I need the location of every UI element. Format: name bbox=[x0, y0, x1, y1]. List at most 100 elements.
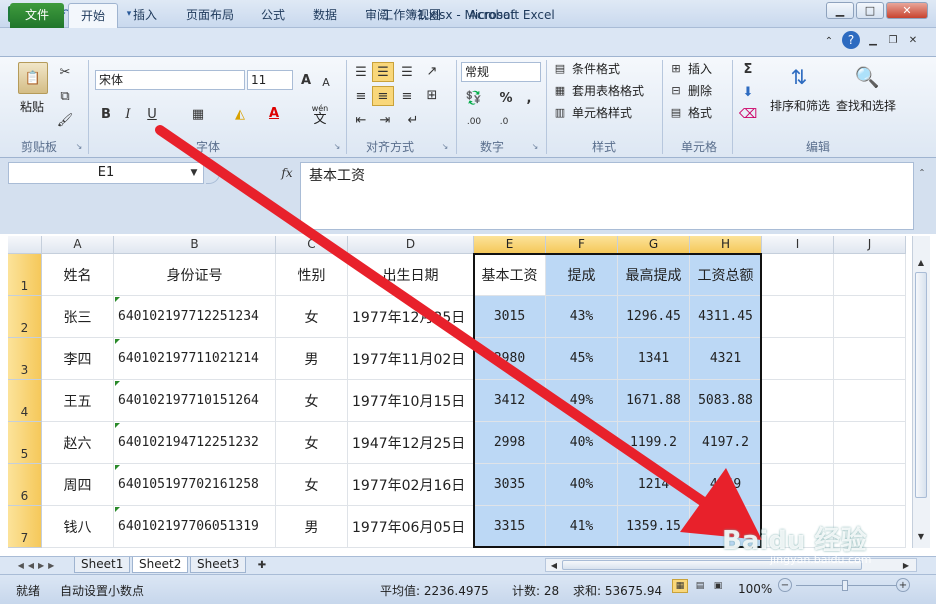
data-cell[interactable]: 1977年12月25日 bbox=[348, 296, 474, 338]
data-cell[interactable]: 女 bbox=[276, 422, 348, 464]
format-painter-icon[interactable]: 🖌 bbox=[56, 112, 74, 128]
data-cell[interactable]: 40% bbox=[546, 422, 618, 464]
page-break-view-icon[interactable]: ▣ bbox=[710, 579, 726, 593]
doc-restore-icon[interactable]: ❐ bbox=[886, 33, 900, 47]
cell-styles-button[interactable]: ▥ 单元格样式 bbox=[552, 104, 632, 121]
doc-minimize-icon[interactable]: ▁ bbox=[866, 33, 880, 47]
find-select-icon[interactable]: 🔍 bbox=[852, 62, 882, 92]
data-cell[interactable]: 3015 bbox=[474, 296, 546, 338]
data-cell[interactable]: 女 bbox=[276, 380, 348, 422]
data-cell[interactable]: 男 bbox=[276, 506, 348, 548]
copy-icon[interactable]: ⧉ bbox=[56, 88, 74, 104]
data-cell[interactable]: 赵六 bbox=[42, 422, 114, 464]
zoom-slider-thumb[interactable] bbox=[842, 580, 848, 591]
align-bottom-icon[interactable]: ☰ bbox=[398, 64, 416, 80]
formula-input[interactable]: 基本工资 bbox=[300, 162, 914, 230]
data-cell[interactable]: 2980 bbox=[474, 338, 546, 380]
tab-view[interactable]: 视图 bbox=[408, 3, 450, 28]
data-cell[interactable]: 1296.45 bbox=[618, 296, 690, 338]
fill-icon[interactable]: ⬇ bbox=[740, 84, 756, 100]
header-cell[interactable]: 身份证号 bbox=[114, 254, 276, 296]
data-cell[interactable]: 5083.88 bbox=[690, 380, 762, 422]
row-header-1[interactable]: 1 bbox=[8, 254, 42, 296]
formula-expand-icon[interactable]: ⌃ bbox=[916, 166, 928, 178]
align-top-icon[interactable]: ☰ bbox=[352, 64, 370, 80]
paste-icon[interactable]: 📋 bbox=[18, 62, 48, 94]
data-cell[interactable]: 女 bbox=[276, 464, 348, 506]
empty-cell[interactable] bbox=[834, 380, 906, 422]
tab-insert[interactable]: 插入 bbox=[124, 3, 166, 28]
decrease-decimal-icon[interactable]: .0 bbox=[494, 114, 514, 130]
row-header-4[interactable]: 4 bbox=[8, 380, 42, 422]
delete-cells-button[interactable]: ⊟ 删除 bbox=[668, 82, 712, 99]
header-cell[interactable]: 出生日期 bbox=[348, 254, 474, 296]
column-header-J[interactable]: J bbox=[834, 236, 906, 254]
insert-cells-button[interactable]: ⊞ 插入 bbox=[668, 60, 712, 77]
close-button[interactable]: ✕ bbox=[886, 2, 928, 19]
orientation-icon[interactable]: ↗ bbox=[422, 62, 442, 80]
font-color-button[interactable]: A bbox=[266, 104, 282, 122]
font-size-box[interactable]: 11 bbox=[247, 70, 293, 90]
help-icon[interactable]: ? bbox=[842, 31, 860, 49]
row-header-6[interactable]: 6 bbox=[8, 464, 42, 506]
data-cell[interactable]: 3412 bbox=[474, 380, 546, 422]
data-cell[interactable]: 640102197706051319 bbox=[114, 506, 276, 548]
merge-center-icon[interactable]: ⊞ bbox=[422, 86, 442, 104]
column-header-H[interactable]: H bbox=[690, 236, 762, 254]
column-header-G[interactable]: G bbox=[618, 236, 690, 254]
data-cell[interactable]: 49% bbox=[546, 380, 618, 422]
clear-icon[interactable]: ⌫ bbox=[739, 106, 757, 122]
empty-cell[interactable] bbox=[762, 296, 834, 338]
data-cell[interactable]: 张三 bbox=[42, 296, 114, 338]
name-box[interactable]: E1 bbox=[8, 162, 204, 184]
autosum-button[interactable]: Σ bbox=[740, 60, 756, 78]
zoom-out-icon[interactable]: − bbox=[778, 578, 792, 592]
number-launcher-icon[interactable]: ↘ bbox=[530, 141, 540, 151]
data-cell[interactable]: 640102197712251234 bbox=[114, 296, 276, 338]
column-header-E[interactable]: E bbox=[474, 236, 546, 254]
scroll-left-icon[interactable]: ◀ bbox=[548, 559, 560, 571]
data-cell[interactable]: 女 bbox=[276, 296, 348, 338]
new-sheet-icon[interactable]: ✚ bbox=[254, 558, 270, 572]
bold-button[interactable]: B bbox=[98, 106, 114, 122]
italic-button[interactable]: I bbox=[120, 106, 136, 122]
empty-cell[interactable] bbox=[834, 464, 906, 506]
paste-button[interactable]: 粘贴 bbox=[20, 98, 44, 115]
data-cell[interactable]: 640102197710151264 bbox=[114, 380, 276, 422]
percent-button[interactable]: % bbox=[498, 90, 514, 106]
data-cell[interactable]: 43% bbox=[546, 296, 618, 338]
zoom-in-icon[interactable]: + bbox=[896, 578, 910, 592]
clipboard-launcher-icon[interactable]: ↘ bbox=[74, 141, 84, 151]
data-cell[interactable]: 1199.2 bbox=[618, 422, 690, 464]
fill-color-icon[interactable]: ◭ bbox=[232, 106, 248, 122]
align-right-icon[interactable]: ≡ bbox=[398, 88, 416, 104]
alignment-launcher-icon[interactable]: ↘ bbox=[440, 141, 450, 151]
restore-button[interactable]: □ bbox=[856, 2, 884, 19]
row-header-3[interactable]: 3 bbox=[8, 338, 42, 380]
data-cell[interactable]: 4321 bbox=[690, 338, 762, 380]
empty-cell[interactable] bbox=[834, 296, 906, 338]
conditional-formatting-button[interactable]: ▤ 条件格式 bbox=[552, 60, 620, 77]
zoom-level[interactable]: 100% bbox=[738, 582, 772, 596]
grow-font-button[interactable]: A bbox=[298, 72, 314, 88]
scroll-up-icon[interactable]: ▲ bbox=[915, 256, 927, 268]
data-cell[interactable]: 1977年02月16日 bbox=[348, 464, 474, 506]
sheet-tab-1[interactable]: Sheet1 bbox=[74, 557, 131, 573]
empty-cell[interactable] bbox=[762, 338, 834, 380]
data-cell[interactable]: 4311.45 bbox=[690, 296, 762, 338]
data-cell[interactable]: 1977年06月05日 bbox=[348, 506, 474, 548]
underline-button[interactable]: U bbox=[144, 106, 160, 122]
sheet-tab-2[interactable]: Sheet2 bbox=[132, 557, 189, 573]
comma-button[interactable]: , bbox=[522, 90, 536, 106]
column-header-A[interactable]: A bbox=[42, 236, 114, 254]
data-cell[interactable]: 男 bbox=[276, 338, 348, 380]
data-cell[interactable]: 1977年11月02日 bbox=[348, 338, 474, 380]
data-cell[interactable]: 王五 bbox=[42, 380, 114, 422]
empty-cell[interactable] bbox=[762, 464, 834, 506]
empty-cell[interactable] bbox=[834, 338, 906, 380]
header-cell[interactable]: 提成 bbox=[546, 254, 618, 296]
column-header-F[interactable]: F bbox=[546, 236, 618, 254]
column-header-I[interactable]: I bbox=[762, 236, 834, 254]
sheet-nav-icons[interactable]: ◀◀▶▶ bbox=[10, 558, 66, 572]
sheet-tab-3[interactable]: Sheet3 bbox=[190, 557, 247, 573]
